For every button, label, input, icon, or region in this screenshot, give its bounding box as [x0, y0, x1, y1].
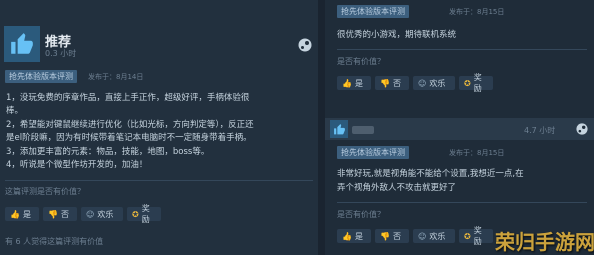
hours-on-record: 0.3 小时: [45, 49, 77, 58]
vote-yes-label: 是: [354, 231, 363, 241]
vote-yes-label: 是: [354, 78, 363, 88]
divider: [337, 49, 587, 50]
review-line-1: 1，没玩免费的序章作品，直接上手正作，超级好评，手柄体验很: [6, 93, 250, 103]
vote-yes-button[interactable]: 👍 是: [337, 76, 371, 90]
vote-no-label: 否: [392, 78, 401, 88]
smiley-icon: ☺: [418, 78, 427, 88]
award-button[interactable]: ✪ 奖励: [459, 226, 493, 246]
vote-funny-button[interactable]: ☺ 欢乐: [413, 229, 455, 243]
thumbs-up-icon: [333, 123, 345, 134]
vote-yes-label: 是: [22, 209, 31, 219]
steam-logo-icon: [298, 38, 312, 52]
hours-on-record: 4.7 小时: [524, 126, 556, 135]
blurred-username: [352, 126, 374, 134]
review-line-6: 4，听说是个微型作坊开发的，加油！: [6, 160, 148, 170]
helpful-question: 是否有价值？: [337, 210, 385, 219]
award-icon: ✪: [464, 231, 471, 241]
vote-no-button[interactable]: 👎 否: [375, 76, 409, 90]
watermark: 荣归手游网: [495, 230, 594, 254]
vote-funny-button[interactable]: ☺ 欢乐: [81, 207, 123, 221]
vote-funny-button[interactable]: ☺ 欢乐: [413, 76, 455, 90]
thumbs-down-small-icon: 👎: [380, 231, 390, 241]
posted-date: 发布于：8月15日: [449, 149, 505, 157]
review-line-4: 是el阶段嘛，因为有时候带着笔记本电脑时不一定随身带着手柄。: [6, 133, 252, 143]
review-line-2: 棒。: [6, 106, 24, 116]
posted-date: 发布于：8月15日: [449, 8, 505, 16]
award-label: 奖励: [473, 226, 482, 246]
award-button[interactable]: ✪ 奖励: [459, 73, 493, 93]
award-label: 奖励: [473, 73, 482, 93]
vote-no-label: 否: [60, 209, 69, 219]
thumbs-down-small-icon: 👎: [380, 78, 390, 88]
vote-no-label: 否: [392, 231, 401, 241]
vote-funny-label: 欢乐: [429, 78, 446, 88]
thumbs-up-box: [330, 120, 348, 138]
thumbs-down-small-icon: 👎: [48, 209, 58, 219]
vote-yes-button[interactable]: 👍 是: [337, 229, 371, 243]
helpful-count: 有 6 人觉得这篇评测有价值: [5, 237, 104, 246]
divider: [337, 202, 587, 203]
award-label: 奖励: [141, 204, 150, 224]
posted-date: 发布于：8月14日: [88, 73, 144, 81]
review-line-1: 非常好玩,就是视角能不能给个设置,我想近一点,在: [337, 169, 524, 179]
early-access-badge: 抢先体验版本评测: [337, 5, 409, 18]
vote-funny-label: 欢乐: [429, 231, 446, 241]
review-line-3: 2，希望能对键鼠继续进行优化（比如光标，方向判定等），反正还: [6, 120, 254, 130]
vote-funny-label: 欢乐: [97, 209, 114, 219]
right-review-panel: 抢先体验版本评测 发布于：8月15日 很优秀的小游戏，期待联机系统 是否有价值？…: [325, 0, 594, 255]
steam-logo-icon: [576, 123, 588, 135]
thumbs-up-icon: [11, 33, 33, 54]
early-access-badge: 抢先体验版本评测: [5, 70, 77, 83]
thumbs-up-small-icon: 👍: [342, 78, 352, 88]
column-separator: [318, 0, 325, 255]
award-icon: ✪: [464, 78, 471, 88]
review-text: 很优秀的小游戏，期待联机系统: [337, 30, 457, 40]
thumbs-up-small-icon: 👍: [342, 231, 352, 241]
smiley-icon: ☺: [86, 209, 95, 219]
review-line-2: 弄个视角外敌人不攻击就更好了: [337, 183, 457, 193]
vote-no-button[interactable]: 👎 否: [43, 207, 77, 221]
thumbs-up-small-icon: 👍: [10, 209, 20, 219]
helpful-question: 是否有价值？: [337, 57, 385, 66]
award-icon: ✪: [132, 209, 139, 219]
divider: [5, 180, 313, 181]
vote-yes-button[interactable]: 👍 是: [5, 207, 39, 221]
thumbs-up-box: [4, 26, 40, 62]
vote-no-button[interactable]: 👎 否: [375, 229, 409, 243]
smiley-icon: ☺: [418, 231, 427, 241]
left-review-panel: 推荐 0.3 小时 抢先体验版本评测 发布于：8月14日 1，没玩免费的序章作品…: [0, 0, 318, 255]
review-line-5: 3，添加更丰富的元素：物品，技能，地图，boss等。: [6, 147, 210, 157]
award-button[interactable]: ✪ 奖励: [127, 204, 161, 224]
helpful-question: 这篇评测是否有价值？: [5, 187, 85, 196]
early-access-badge: 抢先体验版本评测: [337, 146, 409, 159]
